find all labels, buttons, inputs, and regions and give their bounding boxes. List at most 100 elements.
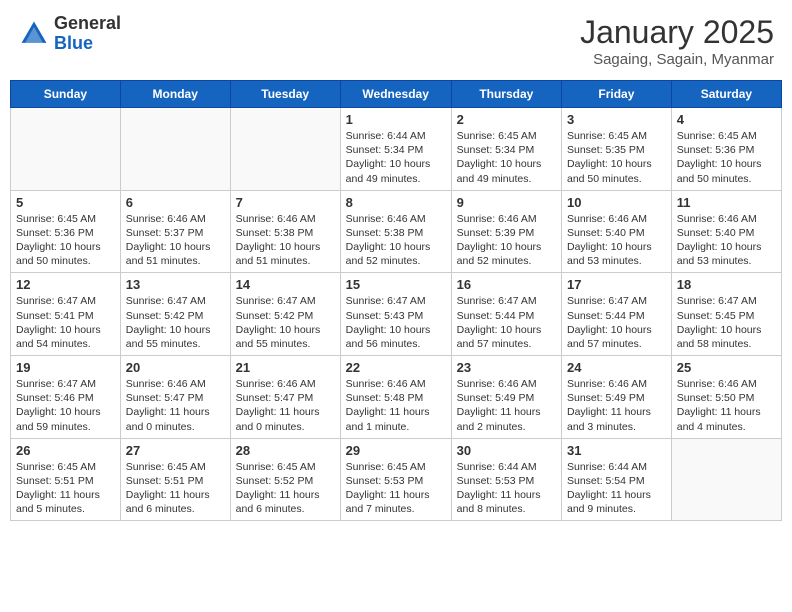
day-number: 30 [457, 443, 556, 458]
title-block: January 2025 Sagaing, Sagain, Myanmar [580, 14, 774, 68]
calendar-cell: 25 Sunrise: 6:46 AM Sunset: 5:50 PM Dayli… [671, 356, 781, 439]
day-info: Sunrise: 6:47 AM Sunset: 5:46 PM Dayligh… [16, 377, 115, 434]
day-number: 24 [567, 360, 666, 375]
day-number: 8 [346, 195, 446, 210]
calendar-cell: 2Sunrise: 6:45 AM Sunset: 5:34 PM Daylig… [451, 108, 561, 191]
calendar-cell: 11 Sunrise: 6:46 AM Sunset: 5:40 PM Dayli… [671, 190, 781, 273]
day-info: Sunrise: 6:46 AM Sunset: 5:47 PM Dayligh… [236, 377, 335, 434]
day-number: 12 [16, 277, 115, 292]
day-number: 5 [16, 195, 115, 210]
day-info: Sunrise: 6:45 AM Sunset: 5:51 PM Dayligh… [16, 460, 115, 517]
day-number: 16 [457, 277, 556, 292]
day-number: 18 [677, 277, 776, 292]
day-info: Sunrise: 6:47 AM Sunset: 5:41 PM Dayligh… [16, 294, 115, 351]
calendar-cell: 15 Sunrise: 6:47 AM Sunset: 5:43 PM Dayli… [340, 273, 451, 356]
day-info: Sunrise: 6:45 AM Sunset: 5:35 PM Dayligh… [567, 129, 666, 186]
day-number: 19 [16, 360, 115, 375]
calendar-cell: 30 Sunrise: 6:44 AM Sunset: 5:53 PM Dayli… [451, 438, 561, 521]
day-info: Sunrise: 6:46 AM Sunset: 5:49 PM Dayligh… [567, 377, 666, 434]
calendar-week-row: 1 Sunrise: 6:44 AM Sunset: 5:34 PM Daylig… [11, 108, 782, 191]
day-info: Sunrise: 6:46 AM Sunset: 5:37 PM Dayligh… [126, 212, 225, 269]
day-number: 2 [457, 112, 556, 127]
day-info: Sunrise: 6:46 AM Sunset: 5:50 PM Dayligh… [677, 377, 776, 434]
day-info: Sunrise: 6:46 AM Sunset: 5:40 PM Dayligh… [567, 212, 666, 269]
day-info: Sunrise: 6:47 AM Sunset: 5:44 PM Dayligh… [457, 294, 556, 351]
day-info: Sunrise: 6:46 AM Sunset: 5:47 PM Dayligh… [126, 377, 225, 434]
calendar-cell: 14 Sunrise: 6:47 AM Sunset: 5:42 PM Dayli… [230, 273, 340, 356]
day-number: 15 [346, 277, 446, 292]
day-number: 28 [236, 443, 335, 458]
calendar-table: SundayMondayTuesdayWednesdayThursdayFrid… [10, 80, 782, 521]
calendar-cell: 5 Sunrise: 6:45 AM Sunset: 5:36 PM Daylig… [11, 190, 121, 273]
day-number: 26 [16, 443, 115, 458]
day-number: 31 [567, 443, 666, 458]
day-info: Sunrise: 6:47 AM Sunset: 5:44 PM Dayligh… [567, 294, 666, 351]
calendar-cell: 22 Sunrise: 6:46 AM Sunset: 5:48 PM Dayli… [340, 356, 451, 439]
day-number: 3 [567, 112, 666, 127]
day-number: 25 [677, 360, 776, 375]
calendar-week-row: 12 Sunrise: 6:47 AM Sunset: 5:41 PM Dayli… [11, 273, 782, 356]
day-number: 29 [346, 443, 446, 458]
calendar-cell: 13 Sunrise: 6:47 AM Sunset: 5:42 PM Dayli… [120, 273, 230, 356]
logo-blue: Blue [54, 33, 93, 53]
calendar-cell: 10Sunrise: 6:46 AM Sunset: 5:40 PM Dayli… [562, 190, 672, 273]
day-number: 14 [236, 277, 335, 292]
day-number: 21 [236, 360, 335, 375]
calendar-cell: 28Sunrise: 6:45 AM Sunset: 5:52 PM Dayli… [230, 438, 340, 521]
day-info: Sunrise: 6:46 AM Sunset: 5:39 PM Dayligh… [457, 212, 556, 269]
calendar-cell: 20 Sunrise: 6:46 AM Sunset: 5:47 PM Dayli… [120, 356, 230, 439]
day-number: 9 [457, 195, 556, 210]
calendar-cell [230, 108, 340, 191]
calendar-week-row: 19 Sunrise: 6:47 AM Sunset: 5:46 PM Dayli… [11, 356, 782, 439]
logo: General Blue [18, 14, 121, 54]
calendar-cell: 8Sunrise: 6:46 AM Sunset: 5:38 PM Daylig… [340, 190, 451, 273]
day-info: Sunrise: 6:47 AM Sunset: 5:42 PM Dayligh… [126, 294, 225, 351]
logo-icon [18, 18, 50, 50]
day-header-wednesday: Wednesday [340, 81, 451, 108]
day-header-saturday: Saturday [671, 81, 781, 108]
day-number: 11 [677, 195, 776, 210]
day-number: 6 [126, 195, 225, 210]
day-number: 13 [126, 277, 225, 292]
calendar-cell: 1 Sunrise: 6:44 AM Sunset: 5:34 PM Daylig… [340, 108, 451, 191]
calendar-cell: 3 Sunrise: 6:45 AM Sunset: 5:35 PM Daylig… [562, 108, 672, 191]
calendar-cell: 12 Sunrise: 6:47 AM Sunset: 5:41 PM Dayli… [11, 273, 121, 356]
day-number: 23 [457, 360, 556, 375]
day-header-tuesday: Tuesday [230, 81, 340, 108]
calendar-cell: 9 Sunrise: 6:46 AM Sunset: 5:39 PM Daylig… [451, 190, 561, 273]
day-info: Sunrise: 6:46 AM Sunset: 5:49 PM Dayligh… [457, 377, 556, 434]
calendar-cell: 18 Sunrise: 6:47 AM Sunset: 5:45 PM Dayli… [671, 273, 781, 356]
day-number: 20 [126, 360, 225, 375]
location-subtitle: Sagaing, Sagain, Myanmar [580, 51, 774, 68]
calendar-cell: 4Sunrise: 6:45 AM Sunset: 5:36 PM Daylig… [671, 108, 781, 191]
day-info: Sunrise: 6:46 AM Sunset: 5:48 PM Dayligh… [346, 377, 446, 434]
calendar-cell: 26 Sunrise: 6:45 AM Sunset: 5:51 PM Dayli… [11, 438, 121, 521]
day-info: Sunrise: 6:44 AM Sunset: 5:54 PM Dayligh… [567, 460, 666, 517]
page-header: General Blue January 2025 Sagaing, Sagai… [10, 10, 782, 72]
day-info: Sunrise: 6:47 AM Sunset: 5:43 PM Dayligh… [346, 294, 446, 351]
day-number: 4 [677, 112, 776, 127]
calendar-cell: 7Sunrise: 6:46 AM Sunset: 5:38 PM Daylig… [230, 190, 340, 273]
day-info: Sunrise: 6:45 AM Sunset: 5:36 PM Dayligh… [16, 212, 115, 269]
calendar-header-row: SundayMondayTuesdayWednesdayThursdayFrid… [11, 81, 782, 108]
calendar-cell: 17Sunrise: 6:47 AM Sunset: 5:44 PM Dayli… [562, 273, 672, 356]
calendar-cell: 23 Sunrise: 6:46 AM Sunset: 5:49 PM Dayli… [451, 356, 561, 439]
calendar-cell [120, 108, 230, 191]
day-info: Sunrise: 6:44 AM Sunset: 5:53 PM Dayligh… [457, 460, 556, 517]
calendar-cell [671, 438, 781, 521]
calendar-cell: 21 Sunrise: 6:46 AM Sunset: 5:47 PM Dayli… [230, 356, 340, 439]
day-info: Sunrise: 6:45 AM Sunset: 5:53 PM Dayligh… [346, 460, 446, 517]
day-info: Sunrise: 6:47 AM Sunset: 5:45 PM Dayligh… [677, 294, 776, 351]
day-header-monday: Monday [120, 81, 230, 108]
day-info: Sunrise: 6:46 AM Sunset: 5:40 PM Dayligh… [677, 212, 776, 269]
calendar-week-row: 26 Sunrise: 6:45 AM Sunset: 5:51 PM Dayli… [11, 438, 782, 521]
calendar-cell [11, 108, 121, 191]
day-info: Sunrise: 6:44 AM Sunset: 5:34 PM Dayligh… [346, 129, 446, 186]
calendar-cell: 19 Sunrise: 6:47 AM Sunset: 5:46 PM Dayli… [11, 356, 121, 439]
day-number: 22 [346, 360, 446, 375]
day-header-friday: Friday [562, 81, 672, 108]
day-number: 1 [346, 112, 446, 127]
calendar-cell: 27Sunrise: 6:45 AM Sunset: 5:51 PM Dayli… [120, 438, 230, 521]
day-info: Sunrise: 6:46 AM Sunset: 5:38 PM Dayligh… [236, 212, 335, 269]
day-info: Sunrise: 6:47 AM Sunset: 5:42 PM Dayligh… [236, 294, 335, 351]
